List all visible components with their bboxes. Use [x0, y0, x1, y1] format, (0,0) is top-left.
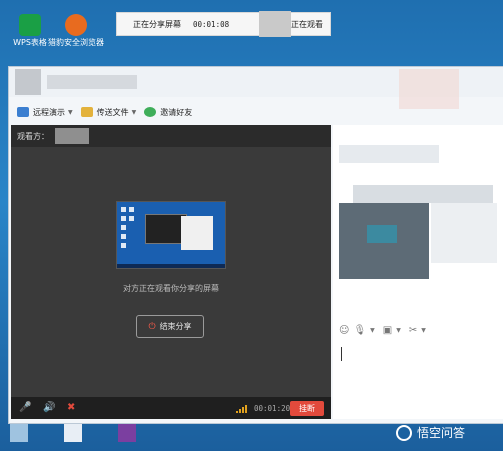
remote-demo-label: 远程演示: [33, 107, 65, 117]
thumbnail-window: [181, 216, 213, 250]
wukong-logo-icon: [396, 424, 412, 441]
toolbar: 远程演示 ▼ 传送文件 ▼ 邀请好友: [9, 103, 503, 121]
censored-watcher-name: [55, 128, 89, 144]
desktop-icon: [121, 234, 126, 239]
cheetah-browser-icon: [65, 14, 87, 36]
censored-title-text: [47, 75, 137, 89]
screen-share-viewer: 观看方： 对方正在观看你分享的屏幕 ⏻ 结束分享 🎤 🔊 ✖ 00:01:20 …: [11, 125, 331, 419]
desktop-icon-browser[interactable]: 猎豹安全浏览器: [48, 14, 104, 48]
chevron-down-icon[interactable]: ▼: [370, 327, 375, 334]
wukong-watermark: 悟空问答: [396, 424, 465, 441]
censored-message: [353, 185, 493, 203]
censored-avatar: [259, 11, 291, 37]
shared-screen-thumbnail: [116, 201, 226, 269]
desktop-icon: [129, 216, 134, 221]
chevron-down-icon: ▼: [131, 108, 137, 116]
window-title-bar[interactable]: [9, 67, 503, 109]
chevron-down-icon[interactable]: ▼: [396, 327, 401, 334]
desktop-icon: [129, 207, 134, 212]
chevron-down-icon: ▼: [68, 108, 73, 116]
microphone-icon[interactable]: 🎙: [353, 325, 366, 336]
invite-friend-button[interactable]: 邀请好友: [144, 107, 192, 118]
watermark-text: 悟空问答: [417, 426, 466, 440]
desktop-icon-label: 猎豹安全浏览器: [48, 38, 104, 47]
winrar-archive-icon[interactable]: [118, 424, 136, 442]
screen-share-bar: 正在分享屏幕 00:01:08 正在观看: [116, 11, 331, 37]
remote-demo-button[interactable]: 远程演示 ▼: [17, 107, 73, 118]
invite-friend-label: 邀请好友: [160, 107, 193, 117]
chevron-down-icon[interactable]: ▼: [421, 327, 426, 334]
desktop-icon: [121, 225, 126, 230]
end-share-button[interactable]: ⏻ 结束分享: [136, 315, 204, 338]
power-icon: ⏻: [148, 321, 156, 332]
viewer-header: 观看方：: [11, 125, 331, 147]
microphone-muted-icon[interactable]: 🎤: [19, 402, 31, 413]
censored-message: [339, 145, 439, 163]
send-file-button[interactable]: 传送文件 ▼: [80, 107, 137, 118]
end-share-label: 结束分享: [159, 322, 192, 331]
camera-off-icon[interactable]: ✖: [67, 402, 75, 413]
signal-strength-icon: [236, 405, 248, 413]
emoji-icon[interactable]: ☺: [339, 325, 349, 336]
scissors-icon[interactable]: ✂: [409, 325, 417, 336]
watching-status-text: 正在观看: [291, 19, 323, 29]
send-file-label: 传送文件: [96, 107, 129, 117]
censored-avatar: [15, 69, 41, 95]
chat-input-toolbar: ☺ 🎙 ▼ ▣ ▼ ✂ ▼: [339, 325, 430, 336]
hangup-button[interactable]: 挂断: [290, 401, 324, 416]
censored-message: [431, 203, 497, 263]
add-user-icon: [144, 107, 157, 117]
share-elapsed-time: 00:01:08: [193, 19, 230, 29]
share-status-text: 正在分享屏幕: [133, 19, 181, 29]
chat-panel: ☺ 🎙 ▼ ▣ ▼ ✂ ▼: [333, 125, 503, 419]
call-duration: 00:01:20: [254, 404, 291, 413]
desktop-icon: [121, 243, 126, 248]
document-file-icon[interactable]: [64, 424, 82, 442]
watcher-label: 观看方：: [17, 132, 49, 141]
wps-spreadsheet-icon: [19, 14, 41, 36]
folder-icon: [80, 107, 93, 117]
sharing-message: 对方正在观看你分享的屏幕: [123, 284, 219, 293]
call-controls-bar: 🎤 🔊 ✖ 00:01:20 挂断: [11, 397, 331, 419]
chat-input-caret[interactable]: [341, 347, 342, 361]
monitor-icon: [17, 107, 29, 117]
desktop-icon: [121, 216, 126, 221]
speaker-icon[interactable]: 🔊: [43, 402, 55, 413]
recycle-bin-icon[interactable]: [10, 424, 28, 442]
chat-window: 远程演示 ▼ 传送文件 ▼ 邀请好友 观看方： 对方正在观看你分享的屏幕 ⏻ 结…: [8, 66, 503, 424]
thumbnail-taskbar: [117, 264, 225, 268]
censored-image-detail: [367, 225, 397, 243]
desktop-icon: [121, 207, 126, 212]
image-icon[interactable]: ▣: [383, 325, 392, 336]
